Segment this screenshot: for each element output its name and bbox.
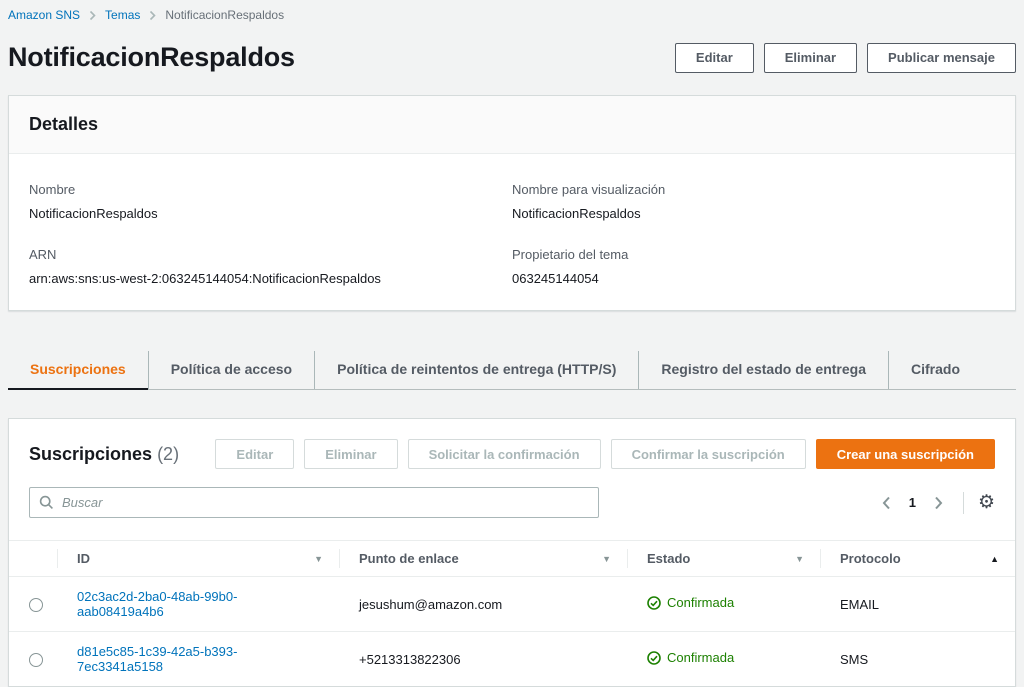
pagination-divider — [963, 492, 964, 514]
column-label: Protocolo — [840, 551, 901, 566]
previous-page-button[interactable] — [876, 492, 897, 514]
field-arn: ARN arn:aws:sns:us-west-2:063245144054:N… — [29, 247, 512, 286]
chevron-right-icon — [149, 10, 156, 21]
publish-message-button[interactable]: Publicar mensaje — [867, 43, 1016, 73]
edit-subscription-button[interactable]: Editar — [215, 439, 294, 469]
column-header-endpoint[interactable]: Punto de enlace ▼ — [339, 541, 627, 577]
settings-gear-icon[interactable]: ⚙ — [978, 493, 995, 512]
field-value: 063245144054 — [512, 271, 995, 286]
subscriptions-toolbar: Suscripciones (2) Editar Eliminar Solici… — [9, 419, 1015, 479]
subscriptions-panel: Suscripciones (2) Editar Eliminar Solici… — [8, 418, 1016, 687]
field-label: Propietario del tema — [512, 247, 995, 262]
field-nombre: Nombre NotificacionRespaldos — [29, 182, 512, 221]
sns-topic-page: Amazon SNS Temas NotificacionRespaldos N… — [0, 0, 1024, 687]
field-label: Nombre — [29, 182, 512, 197]
breadcrumb-link-amazon-sns[interactable]: Amazon SNS — [8, 8, 80, 22]
protocol-cell: SMS — [840, 652, 868, 667]
page-title: NotificacionRespaldos — [8, 42, 295, 73]
field-label: Nombre para visualización — [512, 182, 995, 197]
status-badge: Confirmada — [647, 650, 734, 665]
delete-subscription-button[interactable]: Eliminar — [304, 439, 397, 469]
request-confirmation-button[interactable]: Solicitar la confirmación — [408, 439, 601, 469]
table-row: d81e5c85-1c39-42a5-b393-7ec3341a5158 +52… — [9, 632, 1015, 687]
field-topic-owner: Propietario del tema 063245144054 — [512, 247, 995, 286]
chevron-right-icon — [89, 10, 96, 21]
sort-descending-icon: ▼ — [795, 554, 804, 564]
create-subscription-button[interactable]: Crear una suscripción — [816, 439, 995, 469]
details-column-left: Nombre NotificacionRespaldos ARN arn:aws… — [29, 182, 512, 286]
column-label: Punto de enlace — [359, 551, 459, 566]
tab-cifrado[interactable]: Cifrado — [889, 351, 982, 389]
tab-registro-estado-entrega[interactable]: Registro del estado de entrega — [639, 351, 889, 389]
field-value: NotificacionRespaldos — [512, 206, 995, 221]
status-badge: Confirmada — [647, 595, 734, 610]
column-header-protocol[interactable]: Protocolo ▲ — [820, 541, 1015, 577]
topic-tabs: Suscripciones Política de acceso Polític… — [8, 351, 1016, 390]
subscription-id-link[interactable]: d81e5c85-1c39-42a5-b393-7ec3341a5158 — [77, 644, 237, 674]
confirm-subscription-button[interactable]: Confirmar la suscripción — [611, 439, 806, 469]
tab-politica-de-reintentos[interactable]: Política de reintentos de entrega (HTTP/… — [315, 351, 639, 389]
endpoint-cell: +5213313822306 — [359, 652, 461, 667]
table-row: 02c3ac2d-2ba0-48ab-99b0-aab08419a4b6 jes… — [9, 577, 1015, 632]
search-icon — [39, 495, 54, 515]
row-select-radio[interactable] — [29, 598, 43, 612]
field-value: NotificacionRespaldos — [29, 206, 512, 221]
next-page-button[interactable] — [928, 492, 949, 514]
page-header: NotificacionRespaldos Editar Eliminar Pu… — [8, 42, 1016, 73]
field-value: arn:aws:sns:us-west-2:063245144054:Notif… — [29, 271, 512, 286]
column-label: Estado — [647, 551, 690, 566]
details-title: Detalles — [29, 114, 995, 135]
status-text: Confirmada — [667, 650, 734, 665]
column-header-select — [9, 541, 57, 577]
details-column-right: Nombre para visualización NotificacionRe… — [512, 182, 995, 286]
breadcrumb: Amazon SNS Temas NotificacionRespaldos — [8, 8, 1016, 22]
filter-row: 1 ⚙ — [9, 479, 1015, 536]
field-display-name: Nombre para visualización NotificacionRe… — [512, 182, 995, 221]
subscriptions-table: ID ▼ Punto de enlace ▼ Estado ▼ — [9, 540, 1015, 686]
breadcrumb-link-temas[interactable]: Temas — [105, 8, 140, 22]
check-circle-icon — [647, 596, 661, 610]
subscription-id-link[interactable]: 02c3ac2d-2ba0-48ab-99b0-aab08419a4b6 — [77, 589, 237, 619]
column-header-status[interactable]: Estado ▼ — [627, 541, 820, 577]
breadcrumb-current: NotificacionRespaldos — [165, 8, 284, 22]
protocol-cell: EMAIL — [840, 597, 879, 612]
column-label: ID — [77, 551, 90, 566]
tab-politica-de-acceso[interactable]: Política de acceso — [149, 351, 315, 389]
tab-suscripciones[interactable]: Suscripciones — [8, 351, 149, 389]
edit-topic-button[interactable]: Editar — [675, 43, 754, 73]
table-header-row: ID ▼ Punto de enlace ▼ Estado ▼ — [9, 541, 1015, 577]
subscriptions-title: Suscripciones (2) — [29, 444, 179, 465]
check-circle-icon — [647, 651, 661, 665]
details-body: Nombre NotificacionRespaldos ARN arn:aws… — [9, 154, 1015, 310]
row-select-radio[interactable] — [29, 653, 43, 667]
search-box — [29, 487, 599, 518]
topic-actions: Editar Eliminar Publicar mensaje — [675, 43, 1016, 73]
details-panel-header: Detalles — [9, 96, 1015, 154]
delete-topic-button[interactable]: Eliminar — [764, 43, 857, 73]
column-header-id[interactable]: ID ▼ — [57, 541, 339, 577]
current-page-number[interactable]: 1 — [901, 495, 924, 510]
status-text: Confirmada — [667, 595, 734, 610]
search-input[interactable] — [29, 487, 599, 518]
subscription-actions: Editar Eliminar Solicitar la confirmació… — [215, 439, 995, 469]
details-panel: Detalles Nombre NotificacionRespaldos AR… — [8, 95, 1016, 311]
endpoint-cell: jesushum@amazon.com — [359, 597, 502, 612]
chevron-left-icon — [882, 496, 891, 510]
sort-descending-icon: ▼ — [314, 554, 323, 564]
chevron-right-icon — [934, 496, 943, 510]
sort-descending-icon: ▼ — [602, 554, 611, 564]
sort-ascending-icon: ▲ — [990, 554, 999, 564]
subscriptions-count: (2) — [157, 444, 179, 464]
subscriptions-title-text: Suscripciones — [29, 444, 152, 464]
field-label: ARN — [29, 247, 512, 262]
pagination: 1 ⚙ — [876, 492, 995, 514]
